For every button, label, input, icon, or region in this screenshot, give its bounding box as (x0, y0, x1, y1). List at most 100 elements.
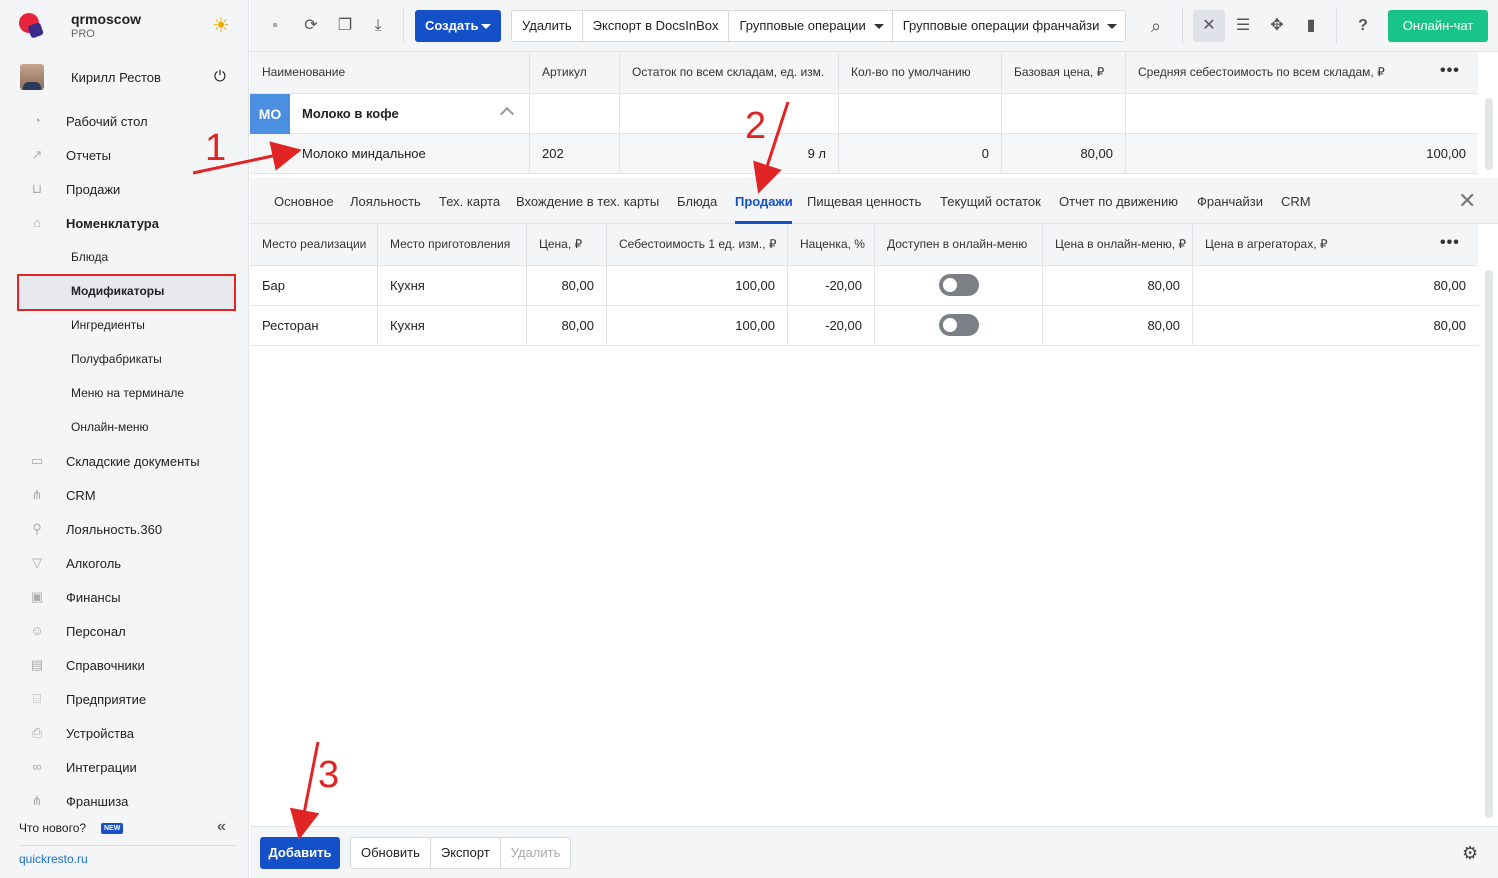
tab-loyalty[interactable]: Лояльность (350, 194, 421, 209)
quickresto-logo-icon (19, 13, 44, 38)
col-aggregator-price[interactable]: Цена в агрегаторах, ₽ (1193, 224, 1478, 265)
online-menu-toggle[interactable] (939, 314, 979, 336)
sidebar-subitem-dishes[interactable]: Блюда (0, 240, 249, 274)
tools-icon[interactable]: ✕ (1193, 10, 1225, 42)
row-place: Бар (250, 266, 378, 305)
online-menu-toggle[interactable] (939, 274, 979, 296)
tab-movement-report[interactable]: Отчет по движению (1059, 194, 1178, 209)
sliders-icon[interactable]: ⚙ (1462, 843, 1478, 864)
col-sale-place[interactable]: Место реализации (250, 224, 378, 265)
tab-franchisee[interactable]: Франчайзи (1197, 194, 1263, 209)
sidebar-item-crm[interactable]: ⋔ CRM (0, 478, 249, 512)
sidebar-item-finance[interactable]: ▣ Финансы (0, 580, 249, 614)
sidebar-subitem-semifinished[interactable]: Полуфабрикаты (0, 342, 249, 376)
sidebar-item-label: Лояльность.360 (66, 522, 163, 537)
tab-tech-card[interactable]: Тех. карта (439, 194, 500, 209)
col-article[interactable]: Артикул (530, 52, 620, 93)
sidebar-subitem-modifiers[interactable]: Модификаторы (17, 274, 236, 311)
user-panel: Кирилл Рестов ⏻ (0, 58, 249, 96)
online-chat-button[interactable]: Онлайн-чат (1388, 10, 1488, 42)
col-unit-cost[interactable]: Себестоимость 1 ед. изм., ₽ (607, 224, 788, 265)
loyalty-icon: ⚲ (32, 521, 42, 536)
sidebar-item-references[interactable]: ▤ Справочники (0, 648, 249, 682)
gauge-icon: ◔ (33, 113, 41, 128)
trash-icon[interactable]: ▮ (1299, 14, 1323, 38)
export-docsinbox-button[interactable]: Экспорт в DocsInBox (583, 11, 730, 41)
search-icon[interactable]: ⌕ (1144, 14, 1168, 38)
sidebar-item-label: Справочники (66, 658, 145, 673)
table-row[interactable]: Бар Кухня 80,00 100,00 -20,00 80,00 80,0… (250, 266, 1478, 306)
col-stock[interactable]: Остаток по всем складам, ед. изм. (620, 52, 839, 93)
sidebar-item-label: Устройства (66, 726, 135, 741)
network-icon: ⋔ (31, 793, 43, 808)
col-online-price[interactable]: Цена в онлайн-меню, ₽ (1043, 224, 1193, 265)
franchise-group-operations-dropdown[interactable]: Групповые операции франчайзи (893, 11, 1126, 41)
sidebar-item-sales[interactable]: ⊔ Продажи (0, 172, 249, 206)
sidebar-item-alcohol[interactable]: ▽ Алкоголь (0, 546, 249, 580)
tab-sales[interactable]: Продажи (735, 194, 793, 209)
group-operations-dropdown[interactable]: Групповые операции (729, 11, 893, 41)
sidebar-item-label: Предприятие (66, 692, 147, 707)
brand[interactable]: qrmoscow PRO ☀ (0, 0, 249, 52)
sidebar-item-devices[interactable]: ⎙ Устройства (0, 716, 249, 750)
group-row[interactable]: Молоко в кофе (250, 94, 1478, 134)
more-options-icon[interactable]: ••• (1440, 234, 1460, 252)
row-article: 202 (530, 134, 620, 173)
theme-sun-icon[interactable]: ☀ (210, 15, 232, 37)
table-row[interactable]: Ресторан Кухня 80,00 100,00 -20,00 80,00… (250, 306, 1478, 346)
more-options-icon[interactable]: ••• (1440, 62, 1460, 80)
download-icon[interactable]: ⤓ (366, 14, 390, 38)
sidebar-item-enterprise[interactable]: ⌸ Предприятие (0, 682, 249, 716)
top-scrollbar[interactable] (1485, 98, 1493, 170)
sidebar-item-integrations[interactable]: ∞ Интеграции (0, 750, 249, 784)
table-row[interactable]: Молоко миндальное 202 9 л 0 80,00 100,00 (250, 134, 1478, 174)
sidebar-item-nomenclature[interactable]: ⌂ Номенклатура (0, 206, 249, 240)
list-icon[interactable]: ☰ (1231, 14, 1255, 38)
power-icon[interactable]: ⏻ (214, 68, 226, 85)
col-avg-cost[interactable]: Средняя себестоимость по всем складам, ₽ (1126, 52, 1478, 93)
tab-nutrition[interactable]: Пищевая ценность (807, 194, 921, 209)
sidebar-subitem-online-menu[interactable]: Онлайн-меню (0, 410, 249, 444)
sales-scrollbar[interactable] (1485, 270, 1493, 818)
avatar[interactable] (20, 64, 44, 90)
create-button[interactable]: Создать (415, 10, 501, 42)
help-icon[interactable]: ? (1351, 14, 1375, 38)
col-kitchen[interactable]: Место приготовления (378, 224, 527, 265)
col-markup[interactable]: Наценка, % (788, 224, 875, 265)
sidebar-subitem-ingredients[interactable]: Ингредиенты (0, 308, 249, 342)
refresh-button[interactable]: Обновить (351, 838, 431, 868)
whats-new-link[interactable]: Что нового? (19, 821, 86, 835)
sidebar-item-loyalty[interactable]: ⚲ Лояльность.360 (0, 512, 249, 546)
export-button[interactable]: Экспорт (431, 838, 501, 868)
sidebar-subitem-label: Меню на терминале (71, 386, 185, 400)
refresh-icon[interactable]: ⟳ (299, 14, 323, 38)
move-icon[interactable]: ✥ (1265, 14, 1289, 38)
book-icon: ▤ (30, 657, 44, 672)
tab-current-stock[interactable]: Текущий остаток (940, 194, 1041, 209)
sidebar-item-label: Персонал (66, 624, 126, 639)
col-name[interactable]: Наименование (250, 52, 530, 93)
delete-button[interactable]: Удалить (512, 11, 583, 41)
sidebar-subitem-terminal-menu[interactable]: Меню на терминале (0, 376, 249, 410)
sidebar-item-franchise[interactable]: ⋔ Франшиза (0, 784, 249, 818)
save-icon[interactable]: ▪ (263, 14, 287, 38)
tab-crm[interactable]: CRM (1281, 194, 1311, 209)
tab-tech-card-entries[interactable]: Вхождение в тех. карты (516, 194, 659, 209)
site-link[interactable]: quickresto.ru (19, 852, 88, 866)
sidebar-item-warehouse-docs[interactable]: ▭ Складские документы (0, 444, 249, 478)
col-online-available[interactable]: Доступен в онлайн-меню (875, 224, 1043, 265)
col-price[interactable]: Цена, ₽ (527, 224, 607, 265)
collapse-sidebar-icon[interactable]: « (217, 818, 226, 836)
col-default-qty[interactable]: Кол-во по умолчанию (839, 52, 1002, 93)
toolbar: ▪ ⟳ ❐ ⤓ Создать Удалить Экспорт в DocsIn… (250, 0, 1498, 52)
sidebar-item-staff[interactable]: ☺ Персонал (0, 614, 249, 648)
delete-button-disabled[interactable]: Удалить (501, 838, 571, 868)
tag-icon: ⌂ (33, 215, 41, 230)
add-button[interactable]: Добавить (260, 837, 340, 869)
close-icon[interactable]: ✕ (1458, 188, 1476, 214)
bottom-button-group: Обновить Экспорт Удалить (350, 837, 572, 869)
tab-main[interactable]: Основное (274, 194, 334, 209)
col-base-price[interactable]: Базовая цена, ₽ (1002, 52, 1126, 93)
tab-dishes[interactable]: Блюда (677, 194, 717, 209)
copy-icon[interactable]: ❐ (333, 14, 357, 38)
